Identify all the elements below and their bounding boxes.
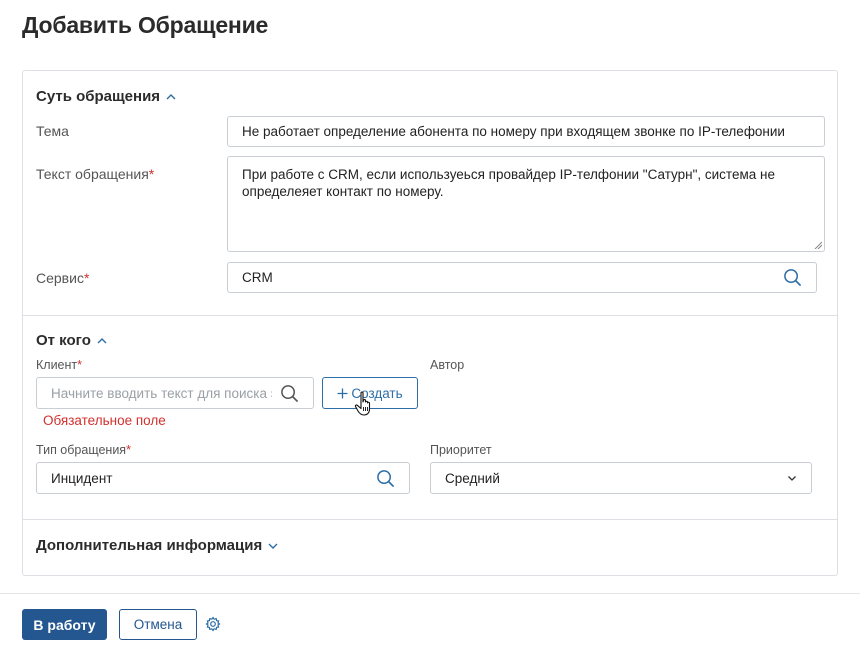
section-essence-title: Суть обращения bbox=[36, 88, 161, 105]
chevron-up-icon bbox=[166, 92, 176, 102]
text-label-text: Текст обращения bbox=[36, 166, 149, 182]
priority-value: Средний bbox=[445, 470, 500, 486]
section-from-header[interactable]: От кого bbox=[36, 332, 107, 349]
text-textarea[interactable]: При работе с CRM, если используеься пров… bbox=[227, 156, 825, 252]
text-label: Текст обращения* bbox=[36, 166, 154, 182]
chevron-down-icon bbox=[788, 476, 796, 481]
section-essence-header[interactable]: Суть обращения bbox=[36, 88, 176, 105]
section-extra-header[interactable]: Дополнительная информация bbox=[36, 537, 278, 554]
required-mark: * bbox=[77, 358, 83, 372]
request-type-label-text: Тип обращения bbox=[36, 443, 127, 457]
submit-button[interactable]: В работу bbox=[22, 609, 107, 640]
request-type-value: Инцидент bbox=[51, 470, 113, 486]
create-button-label: Создать bbox=[351, 385, 403, 401]
plus-icon bbox=[337, 388, 348, 398]
chevron-up-icon bbox=[97, 336, 107, 346]
search-icon[interactable] bbox=[376, 469, 395, 488]
service-label-text: Сервис bbox=[36, 270, 84, 286]
client-search-input[interactable]: Начните вводить текст для поиска эл bbox=[36, 377, 314, 409]
required-mark: * bbox=[148, 166, 155, 182]
topic-value: Не работает определение абонента по номе… bbox=[242, 124, 785, 139]
request-type-label: Тип обращения* bbox=[36, 443, 131, 457]
required-mark: * bbox=[83, 270, 90, 286]
author-label: Автор bbox=[430, 358, 465, 372]
text-value: При работе с CRM, если используеься пров… bbox=[242, 167, 775, 199]
request-type-field[interactable]: Инцидент bbox=[36, 462, 410, 494]
section-divider bbox=[23, 315, 837, 316]
section-from-title: От кого bbox=[36, 332, 91, 349]
section-extra-title: Дополнительная информация bbox=[36, 537, 263, 554]
service-label: Сервис* bbox=[36, 270, 89, 286]
client-error-message: Обязательное поле bbox=[43, 413, 166, 428]
service-field[interactable]: CRM bbox=[227, 262, 817, 293]
search-icon[interactable] bbox=[783, 268, 802, 287]
page-title: Добавить Обращение bbox=[22, 12, 269, 38]
service-value: CRM bbox=[242, 270, 273, 285]
client-label: Клиент* bbox=[36, 358, 82, 372]
search-icon[interactable] bbox=[280, 384, 299, 403]
client-label-text: Клиент bbox=[36, 358, 78, 372]
topic-label: Тема bbox=[36, 123, 69, 139]
topic-field[interactable]: Не работает определение абонента по номе… bbox=[227, 116, 825, 147]
resize-handle-icon[interactable] bbox=[814, 241, 822, 249]
section-divider bbox=[23, 519, 837, 520]
priority-select[interactable]: Средний bbox=[430, 462, 812, 494]
required-mark: * bbox=[126, 443, 131, 457]
form-card: Суть обращения Тема Не работает определе… bbox=[22, 70, 838, 576]
priority-label: Приоритет bbox=[430, 443, 492, 457]
footer-divider bbox=[0, 593, 860, 594]
gear-icon[interactable] bbox=[205, 616, 221, 632]
create-client-button[interactable]: Создать bbox=[322, 377, 418, 409]
chevron-down-icon bbox=[268, 541, 278, 551]
client-placeholder: Начните вводить текст для поиска эл bbox=[51, 385, 272, 401]
cancel-button[interactable]: Отмена bbox=[119, 609, 197, 640]
